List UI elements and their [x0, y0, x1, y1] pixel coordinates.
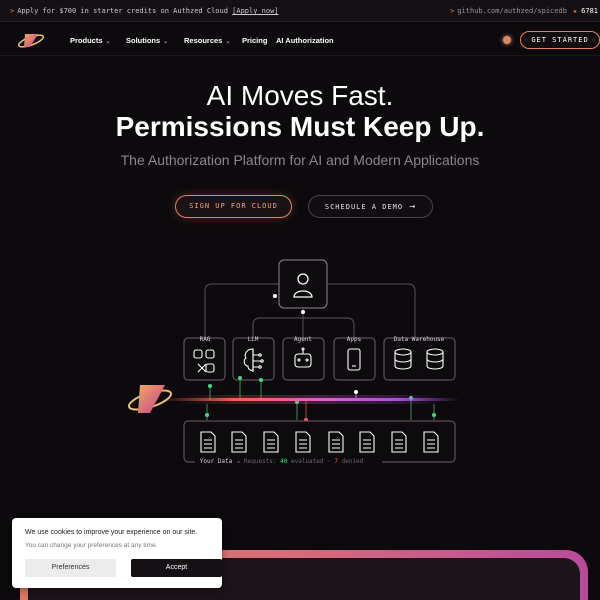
announcement-bar: > Apply for $700 in starter credits on Au…	[0, 0, 600, 22]
chevron-down-icon: ⌄	[105, 39, 111, 45]
denied-count: 7	[334, 458, 338, 465]
github-link[interactable]: > github.com/authzed/spicedb ★ 6781	[450, 7, 598, 15]
agent-node	[282, 337, 325, 381]
star-count: 6781	[581, 7, 598, 15]
requests-label: Requests:	[244, 458, 277, 465]
llm-node	[232, 337, 275, 381]
cookie-banner: We use cookies to improve your experienc…	[12, 518, 222, 588]
caret-icon: >	[10, 7, 15, 15]
apply-now-link[interactable]: [Apply now]	[232, 7, 278, 15]
nav-solutions-label: Solutions	[126, 36, 161, 45]
arrow-right-icon: →	[409, 201, 417, 212]
nav-pricing[interactable]: Pricing	[242, 36, 267, 45]
authorization-beam-glow	[180, 395, 440, 404]
chevron-down-icon: ⌄	[163, 39, 169, 45]
llm-label: LLM	[248, 336, 259, 343]
repo-name: github.com/authzed/spicedb	[457, 7, 567, 15]
schedule-demo-button[interactable]: SCHEDULE A DEMO →	[308, 195, 433, 218]
star-icon: ★	[572, 7, 578, 15]
apps-label: Apps	[347, 336, 362, 343]
request-dot	[354, 390, 358, 394]
nav-resources[interactable]: Resources ⌄	[184, 36, 230, 45]
signal-dot	[273, 294, 277, 298]
sign-up-for-cloud-button[interactable]: SIGN UP FOR CLOUD	[175, 195, 292, 218]
nav-ai-authorization[interactable]: AI Authorization	[276, 36, 334, 45]
apps-node	[333, 337, 376, 381]
nav-products[interactable]: Products ⌄	[70, 36, 111, 45]
denied-label: denied	[342, 458, 364, 465]
signal-dot	[301, 310, 305, 314]
your-data-label: Your Data	[200, 458, 233, 465]
request-stats: Requests: 40 evaluated · 7 denied	[244, 458, 364, 465]
chevron-down-icon: ⌄	[225, 39, 231, 45]
data-warehouse-node	[383, 337, 456, 381]
rag-label: RAG	[200, 336, 211, 343]
evaluated-label: evaluated	[291, 458, 324, 465]
data-warehouse-label: Data Warehouse	[394, 336, 445, 343]
get-started-button[interactable]: GET STARTED	[520, 31, 600, 49]
evaluated-count: 40	[280, 458, 288, 465]
cookie-accept-button[interactable]: Accept	[131, 559, 222, 577]
authzed-beam-logo	[127, 385, 173, 413]
nav-products-label: Products	[70, 36, 103, 45]
hero-title-line2: Permissions Must Keep Up.	[115, 111, 485, 142]
authzed-logo[interactable]	[16, 30, 46, 50]
hero-title-line1: AI Moves Fast.	[206, 80, 394, 111]
agent-label: Agent	[294, 336, 312, 343]
announcement-text: Apply for $700 in starter credits on Aut…	[17, 7, 228, 15]
schedule-demo-label: SCHEDULE A DEMO	[324, 203, 404, 211]
authorization-diagram: RAG LLM Agent Apps Data Warehouse Your D…	[127, 259, 460, 465]
rag-node	[183, 337, 226, 381]
caret-icon: >	[450, 7, 455, 15]
your-data-container	[183, 420, 456, 463]
nav-resources-label: Resources	[184, 36, 223, 45]
announcement: > Apply for $700 in starter credits on Au…	[10, 7, 279, 15]
cookie-preferences-button[interactable]: Preferences	[25, 559, 116, 577]
nav-solutions[interactable]: Solutions ⌄	[126, 36, 168, 45]
cookie-body: You can change your preferences at any t…	[25, 542, 158, 549]
hero-subtitle: The Authorization Platform for AI and Mo…	[120, 152, 480, 168]
theme-toggle-icon[interactable]	[503, 36, 511, 44]
cookie-title: We use cookies to improve your experienc…	[25, 529, 198, 536]
